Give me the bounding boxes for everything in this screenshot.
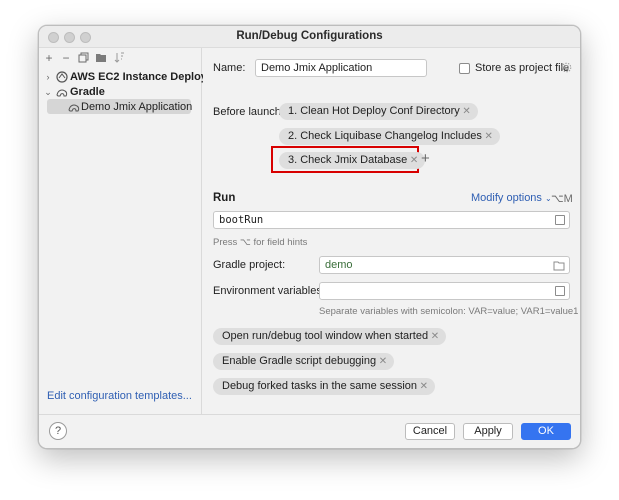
add-task-icon[interactable]: + [421,150,430,167]
sort-icon[interactable] [113,52,125,64]
option-chip[interactable]: Debug forked tasks in the same session ✕ [213,378,436,395]
close-icon[interactable]: ✕ [410,152,418,169]
ok-button[interactable]: OK [521,423,571,440]
window-title: Run/Debug Configurations [236,30,383,42]
run-section-title: Run [213,192,236,204]
sidebar-toolbar: + − [39,48,201,68]
close-icon[interactable]: ✕ [484,128,492,145]
close-icon[interactable]: ✕ [379,353,387,370]
modify-options-shortcut: ⌥M [551,193,573,205]
option-chip[interactable]: Enable Gradle script debugging ✕ [213,353,395,370]
apply-button[interactable]: Apply [463,423,513,440]
close-icon[interactable]: ✕ [431,328,439,345]
tree-item-label: Demo Jmix Application [81,101,193,113]
close-icon[interactable]: ✕ [420,378,428,395]
gradle-project-label: Gradle project: [213,259,286,271]
aws-icon [56,71,68,83]
run-command-field[interactable]: bootRun [213,211,570,229]
modify-options-label: Modify options [471,192,542,204]
task-label: 2. Check Liquibase Changelog Includes [288,130,482,142]
edit-templates-link[interactable]: Edit configuration templates... [47,390,192,402]
name-label: Name: [213,62,246,74]
task-label: 3. Check Jmix Database [288,154,408,166]
env-variables-label: Environment variables: [213,285,325,297]
before-launch-task[interactable]: 2. Check Liquibase Changelog Includes ✕ [279,128,500,145]
store-as-project-checkbox[interactable] [459,63,470,74]
option-label: Debug forked tasks in the same session [222,380,418,392]
tree-item-aws-ec2[interactable]: › AWS EC2 Instance Deploymer [39,69,228,85]
chevron-down-icon[interactable]: ⌄ [43,84,53,100]
run-command-value: bootRun [219,214,264,226]
gradle-icon [56,86,68,98]
folder-icon[interactable] [95,52,107,64]
gradle-project-field[interactable]: demo [319,256,570,274]
before-launch-label: Before launch: [213,106,284,118]
tree-item-demo-jmix[interactable]: Demo Jmix Application [39,99,202,115]
option-label: Enable Gradle script debugging [222,355,377,367]
task-label: 1. Clean Hot Deploy Conf Directory [288,105,460,117]
option-label: Open run/debug tool window when started [222,330,429,342]
cancel-button[interactable]: Cancel [405,423,455,440]
env-variables-hint: Separate variables with semicolon: VAR=v… [319,306,579,317]
env-variables-field[interactable] [319,282,570,300]
expand-field-icon[interactable] [555,215,565,225]
expand-field-icon[interactable] [555,286,565,296]
dialog-footer: ? Cancel Apply OK [39,414,580,448]
before-launch-task[interactable]: 3. Check Jmix Database ✕ [279,152,426,169]
tree-item-gradle[interactable]: ⌄ Gradle [39,84,202,100]
chevron-right-icon[interactable]: › [43,69,53,85]
tree-item-label: Gradle [70,86,105,98]
field-hints-text: Press ⌥ for field hints [213,237,308,248]
sidebar: + − › AWS EC2 Instance Deploymer ⌄ Gradl… [39,48,228,414]
option-chip[interactable]: Open run/debug tool window when started … [213,328,447,345]
name-field[interactable]: Demo Jmix Application [255,59,427,77]
remove-icon[interactable]: − [60,52,72,64]
run-debug-dialog: Run/Debug Configurations + − › AWS EC2 I… [38,25,581,449]
gear-icon[interactable] [561,62,572,73]
gradle-project-value: demo [325,259,353,271]
close-icon[interactable]: ✕ [462,103,470,120]
folder-icon[interactable] [553,260,565,276]
titlebar: Run/Debug Configurations [39,26,580,48]
copy-icon[interactable] [77,52,89,64]
modify-options-link[interactable]: Modify options ⌄ [471,192,552,204]
store-as-project-label: Store as project file [475,62,570,74]
gradle-run-icon [68,101,80,113]
add-icon[interactable]: + [43,52,55,64]
help-button[interactable]: ? [49,422,67,440]
before-launch-task[interactable]: 1. Clean Hot Deploy Conf Directory ✕ [279,103,478,120]
main-panel: Name: Demo Jmix Application Store as pro… [203,48,580,414]
